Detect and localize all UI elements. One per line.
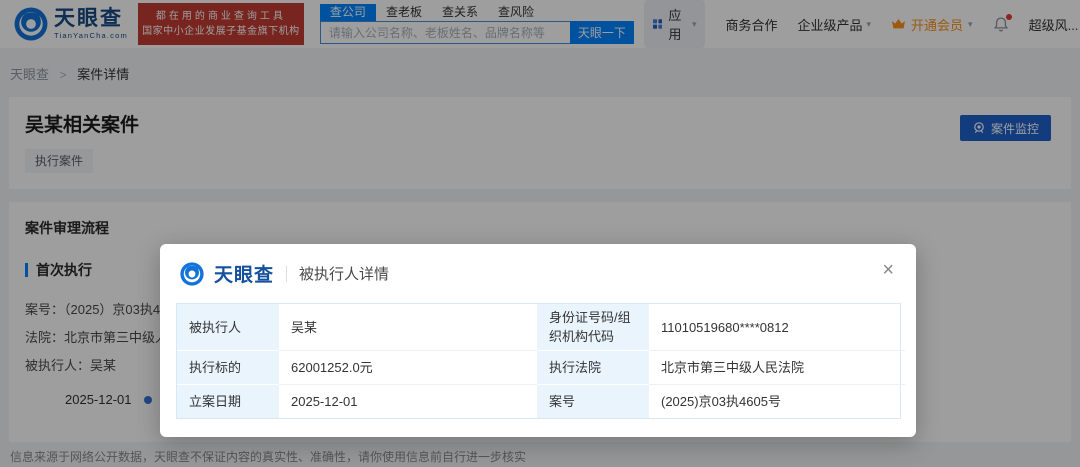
row-label: 被执行人 (177, 304, 279, 350)
modal-header-divider (286, 266, 287, 282)
row-label: 案号 (537, 384, 649, 418)
row-value: 吴某 (279, 304, 537, 350)
table-row: 立案日期 2025-12-01 案号 (2025)京03执4605号 (177, 384, 900, 418)
executed-person-table: 被执行人 吴某 身份证号码/组织机构代码 11010519680****0812… (176, 303, 901, 419)
modal-header: 天眼查 被执行人详情 × (160, 244, 916, 301)
table-row: 被执行人 吴某 身份证号码/组织机构代码 11010519680****0812 (177, 304, 900, 350)
modal-logo-title: 天眼查 (214, 260, 274, 287)
table-row: 执行标的 62001252.0元 执行法院 北京市第三中级人民法院 (177, 350, 900, 384)
modal-title: 被执行人详情 (299, 263, 389, 284)
row-value: 2025-12-01 (279, 384, 537, 418)
row-label: 立案日期 (177, 384, 279, 418)
row-value: 北京市第三中级人民法院 (649, 350, 905, 384)
close-icon[interactable]: × (878, 256, 898, 284)
row-label: 执行法院 (537, 350, 649, 384)
row-value: 62001252.0元 (279, 350, 537, 384)
row-label: 执行标的 (177, 350, 279, 384)
tianyancha-logo-icon (180, 262, 204, 286)
row-value: 11010519680****0812 (649, 304, 905, 350)
row-label: 身份证号码/组织机构代码 (537, 304, 649, 350)
executed-person-modal: 天眼查 被执行人详情 × 被执行人 吴某 身份证号码/组织机构代码 110105… (160, 244, 916, 437)
row-value: (2025)京03执4605号 (649, 384, 905, 418)
